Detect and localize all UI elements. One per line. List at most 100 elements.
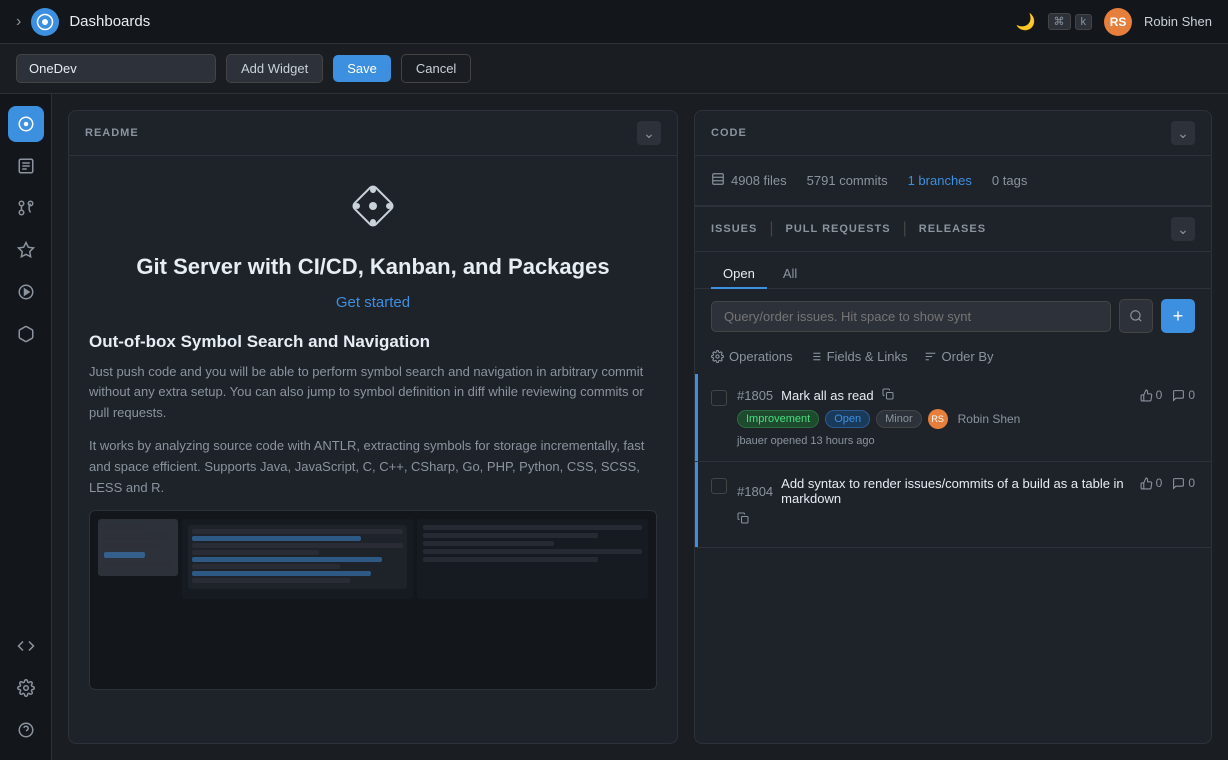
issue-checkbox[interactable] bbox=[711, 390, 727, 406]
sidebar-item-settings[interactable] bbox=[8, 670, 44, 706]
filter-orderby-label: Order By bbox=[942, 349, 994, 364]
comment-number: 0 bbox=[1188, 476, 1195, 490]
issues-tab-bar: Open All bbox=[695, 252, 1211, 289]
readme-collapse-button[interactable]: ⌄ bbox=[637, 121, 661, 145]
keyboard-shortcut: ⌘ k bbox=[1048, 13, 1093, 30]
cancel-button[interactable]: Cancel bbox=[401, 54, 471, 83]
issues-search-bar: + bbox=[695, 289, 1211, 343]
sidebar-item-runs[interactable] bbox=[8, 274, 44, 310]
upvote-count[interactable]: 0 bbox=[1140, 388, 1163, 402]
stat-commits: 5791 commits bbox=[807, 173, 888, 188]
issue-title[interactable]: Mark all as read bbox=[781, 388, 873, 403]
readme-subtitle: Out-of-box Symbol Search and Navigation bbox=[89, 332, 657, 352]
readme-title: README bbox=[85, 127, 139, 139]
badge-improvement[interactable]: Improvement bbox=[737, 410, 819, 428]
readme-logo bbox=[89, 176, 657, 241]
issue-title-row: #1805 Mark all as read bbox=[737, 388, 1130, 403]
issue-badges: Improvement Open Minor RS Robin Shen bbox=[737, 409, 1130, 429]
right-panel: CODE ⌄ 4908 files 5791 commits bbox=[694, 110, 1212, 744]
readme-body: Git Server with CI/CD, Kanban, and Packa… bbox=[69, 156, 677, 743]
filter-operations[interactable]: Operations bbox=[711, 349, 793, 364]
content-area: README ⌄ Git Server with CI/CD, Kanban, … bbox=[52, 94, 1228, 760]
readme-panel: README ⌄ Git Server with CI/CD, Kanban, … bbox=[68, 110, 678, 744]
issue-number: #1805 bbox=[737, 388, 773, 403]
topbar: › Dashboards 🌙 ⌘ k RS Robin Shen bbox=[0, 0, 1228, 44]
issue-badges bbox=[737, 512, 1130, 527]
tab-open[interactable]: Open bbox=[711, 260, 767, 289]
code-stats: 4908 files 5791 commits 1 branches 0 tag… bbox=[695, 156, 1211, 206]
issue-meta: jbauer opened 13 hours ago bbox=[737, 435, 1130, 447]
issue-body: #1805 Mark all as read I bbox=[737, 388, 1130, 447]
sidebar-toggle-icon[interactable]: › bbox=[16, 13, 21, 31]
topbar-right: 🌙 ⌘ k RS Robin Shen bbox=[1016, 8, 1212, 36]
theme-toggle-icon[interactable]: 🌙 bbox=[1016, 12, 1036, 32]
readme-heading: Git Server with CI/CD, Kanban, and Packa… bbox=[89, 253, 657, 282]
toolbar: Add Widget Save Cancel bbox=[0, 44, 1228, 94]
filter-fields-label: Fields & Links bbox=[827, 349, 908, 364]
issue-title-row: #1804 Add syntax to render issues/commit… bbox=[737, 476, 1130, 506]
branches-link[interactable]: 1 branches bbox=[908, 173, 972, 188]
add-widget-button[interactable]: Add Widget bbox=[226, 54, 323, 83]
filter-orderby[interactable]: Order By bbox=[924, 349, 994, 364]
copy-icon[interactable] bbox=[882, 388, 894, 403]
upvote-number: 0 bbox=[1156, 476, 1163, 490]
sidebar-item-packages[interactable] bbox=[8, 316, 44, 352]
files-count: 4908 files bbox=[731, 173, 787, 188]
readme-para1: Just push code and you will be able to p… bbox=[89, 362, 657, 424]
sidebar-item-dashboard[interactable] bbox=[8, 106, 44, 142]
tags-count: 0 tags bbox=[992, 173, 1027, 188]
sidebar-item-help[interactable] bbox=[8, 712, 44, 748]
readme-screenshot bbox=[89, 510, 657, 690]
issues-label: ISSUES bbox=[711, 223, 757, 235]
sidebar-item-issues[interactable] bbox=[8, 148, 44, 184]
readme-panel-header: README ⌄ bbox=[69, 111, 677, 156]
sidebar-item-pullrequests[interactable] bbox=[8, 190, 44, 226]
search-button[interactable] bbox=[1119, 299, 1153, 333]
user-name: Robin Shen bbox=[1144, 14, 1212, 29]
code-panel-header: CODE ⌄ bbox=[695, 111, 1211, 156]
add-issue-button[interactable]: + bbox=[1161, 299, 1195, 333]
sidebar bbox=[0, 94, 52, 760]
project-name-input[interactable] bbox=[16, 54, 216, 83]
readme-getstarted[interactable]: Get started bbox=[89, 294, 657, 312]
author-avatar: RS bbox=[928, 409, 948, 429]
code-title: CODE bbox=[711, 127, 747, 139]
releases-label[interactable]: RELEASES bbox=[919, 223, 986, 235]
readme-para2: It works by analyzing source code with A… bbox=[89, 436, 657, 498]
commits-count: 5791 commits bbox=[807, 173, 888, 188]
avatar: RS bbox=[1104, 8, 1132, 36]
sidebar-item-code[interactable] bbox=[8, 628, 44, 664]
issue-number: #1804 bbox=[737, 484, 773, 499]
save-button[interactable]: Save bbox=[333, 55, 391, 82]
stat-branches[interactable]: 1 branches bbox=[908, 173, 972, 188]
filter-fields[interactable]: Fields & Links bbox=[809, 349, 908, 364]
tab-all[interactable]: All bbox=[771, 260, 809, 289]
issue-title[interactable]: Add syntax to render issues/commits of a… bbox=[781, 476, 1129, 506]
sidebar-item-builds[interactable] bbox=[8, 232, 44, 268]
issue-body: #1804 Add syntax to render issues/commit… bbox=[737, 476, 1130, 533]
stat-files: 4908 files bbox=[711, 172, 787, 189]
file-icon bbox=[711, 172, 725, 189]
filter-bar: Operations Fields & Links bbox=[695, 343, 1211, 374]
code-collapse-button[interactable]: ⌄ bbox=[1171, 121, 1195, 145]
upvote-number: 0 bbox=[1156, 388, 1163, 402]
issues-search-input[interactable] bbox=[711, 301, 1111, 332]
issue-item: #1804 Add syntax to render issues/commit… bbox=[695, 462, 1211, 548]
filter-operations-label: Operations bbox=[729, 349, 793, 364]
copy-icon[interactable] bbox=[737, 512, 749, 527]
comment-count[interactable]: 0 bbox=[1172, 476, 1195, 490]
upvote-count[interactable]: 0 bbox=[1140, 476, 1163, 490]
issues-collapse-button[interactable]: ⌄ bbox=[1171, 217, 1195, 241]
page-title: Dashboards bbox=[69, 13, 150, 30]
app-logo bbox=[31, 8, 59, 36]
pull-requests-label[interactable]: PULL REQUESTS bbox=[786, 223, 891, 235]
kbd-mod: ⌘ bbox=[1048, 13, 1071, 30]
issues-list: #1805 Mark all as read I bbox=[695, 374, 1211, 743]
comment-count[interactable]: 0 bbox=[1172, 388, 1195, 402]
badge-minor[interactable]: Minor bbox=[876, 410, 922, 428]
badge-open[interactable]: Open bbox=[825, 410, 870, 428]
main-layout: README ⌄ Git Server with CI/CD, Kanban, … bbox=[0, 94, 1228, 760]
issue-actions: 0 0 bbox=[1140, 476, 1195, 490]
comment-number: 0 bbox=[1188, 388, 1195, 402]
issue-checkbox[interactable] bbox=[711, 478, 727, 494]
